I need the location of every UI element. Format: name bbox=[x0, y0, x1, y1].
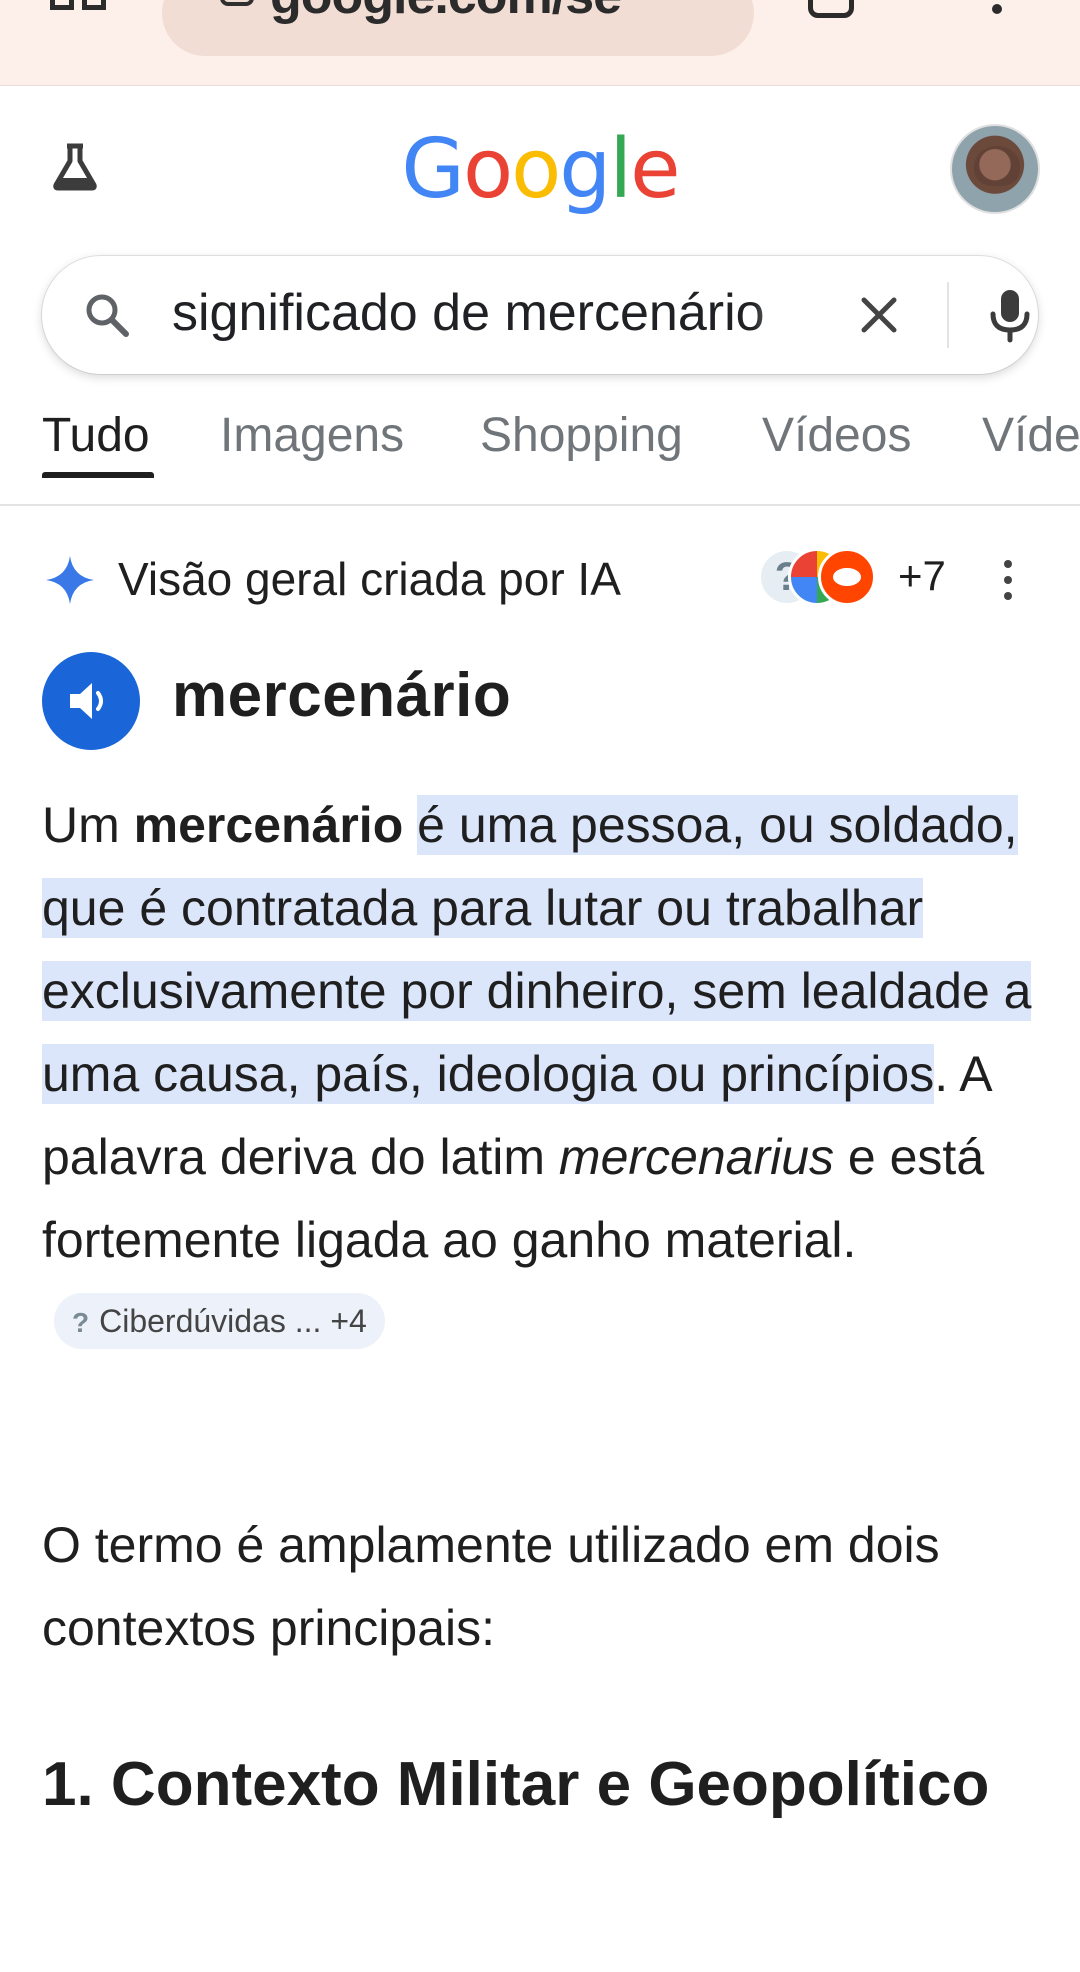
tab-switcher-icon[interactable] bbox=[808, 0, 854, 18]
tab-videos-curtos[interactable]: Víde bbox=[982, 408, 1080, 463]
sources-button[interactable]: ? +7 bbox=[758, 548, 958, 608]
ai-overview-header: Visão geral criada por IA ? +7 bbox=[0, 540, 1080, 620]
logo-letter: o bbox=[511, 122, 561, 217]
citation-favicon-icon: ? bbox=[72, 1306, 90, 1338]
source-citation-chip[interactable]: ? Ciberdúvidas ... +4 bbox=[54, 1292, 385, 1349]
search-divider bbox=[947, 282, 949, 348]
browser-menu-icon[interactable] bbox=[992, 4, 1002, 14]
tab-shopping[interactable]: Shopping bbox=[480, 408, 683, 463]
ai-overview-title: Visão geral criada por IA bbox=[118, 553, 621, 605]
microphone-icon[interactable] bbox=[980, 284, 1040, 346]
tab-videos[interactable]: Vídeos bbox=[762, 408, 911, 463]
ai-overview-paragraph-2: O termo é amplamente utilizado em dois c… bbox=[42, 1517, 940, 1656]
ai-overview-paragraph: Um mercenário é uma pessoa, ou soldado, … bbox=[42, 784, 1052, 1365]
logo-letter: e bbox=[630, 122, 680, 217]
text-segment bbox=[403, 797, 417, 853]
close-icon[interactable] bbox=[852, 288, 906, 342]
section-heading: 1. Contexto Militar e Geopolítico bbox=[42, 1750, 990, 1819]
citation-label: Ciberdúvidas ... +4 bbox=[99, 1302, 367, 1339]
pronunciation-button[interactable] bbox=[42, 652, 140, 750]
logo-letter: l bbox=[609, 122, 632, 217]
sources-count: +7 bbox=[898, 552, 946, 599]
site-info-icon[interactable] bbox=[220, 0, 254, 6]
address-text: google.com/se bbox=[270, 0, 622, 26]
text-segment: Um bbox=[42, 797, 134, 853]
logo-letter: g bbox=[559, 122, 611, 217]
search-icon bbox=[86, 294, 129, 337]
reddit-favicon-icon bbox=[818, 548, 876, 606]
italic-latin-word: mercenarius bbox=[558, 1129, 835, 1185]
search-tabs: Tudo Imagens Shopping Vídeos Víde bbox=[0, 398, 1080, 506]
active-tab-indicator bbox=[42, 472, 154, 478]
browser-toolbar: google.com/se bbox=[0, 0, 1080, 86]
sparkle-icon bbox=[46, 556, 94, 604]
search-box[interactable]: significado de mercenário bbox=[42, 256, 1038, 374]
tab-tudo[interactable]: Tudo bbox=[42, 408, 150, 463]
speaker-icon bbox=[70, 683, 103, 719]
address-bar[interactable]: google.com/se bbox=[162, 0, 754, 56]
logo-letter: o bbox=[462, 122, 513, 217]
search-input[interactable]: significado de mercenário bbox=[172, 283, 804, 343]
tab-imagens[interactable]: Imagens bbox=[220, 408, 404, 463]
more-options-icon[interactable] bbox=[1004, 560, 1014, 604]
logo-letter: G bbox=[401, 122, 465, 217]
google-logo[interactable]: Google bbox=[0, 122, 1080, 217]
bold-term: mercenário bbox=[133, 797, 404, 853]
account-avatar[interactable] bbox=[950, 124, 1040, 214]
tabs-grid-icon[interactable] bbox=[50, 0, 106, 22]
dictionary-term: mercenário bbox=[172, 661, 512, 730]
